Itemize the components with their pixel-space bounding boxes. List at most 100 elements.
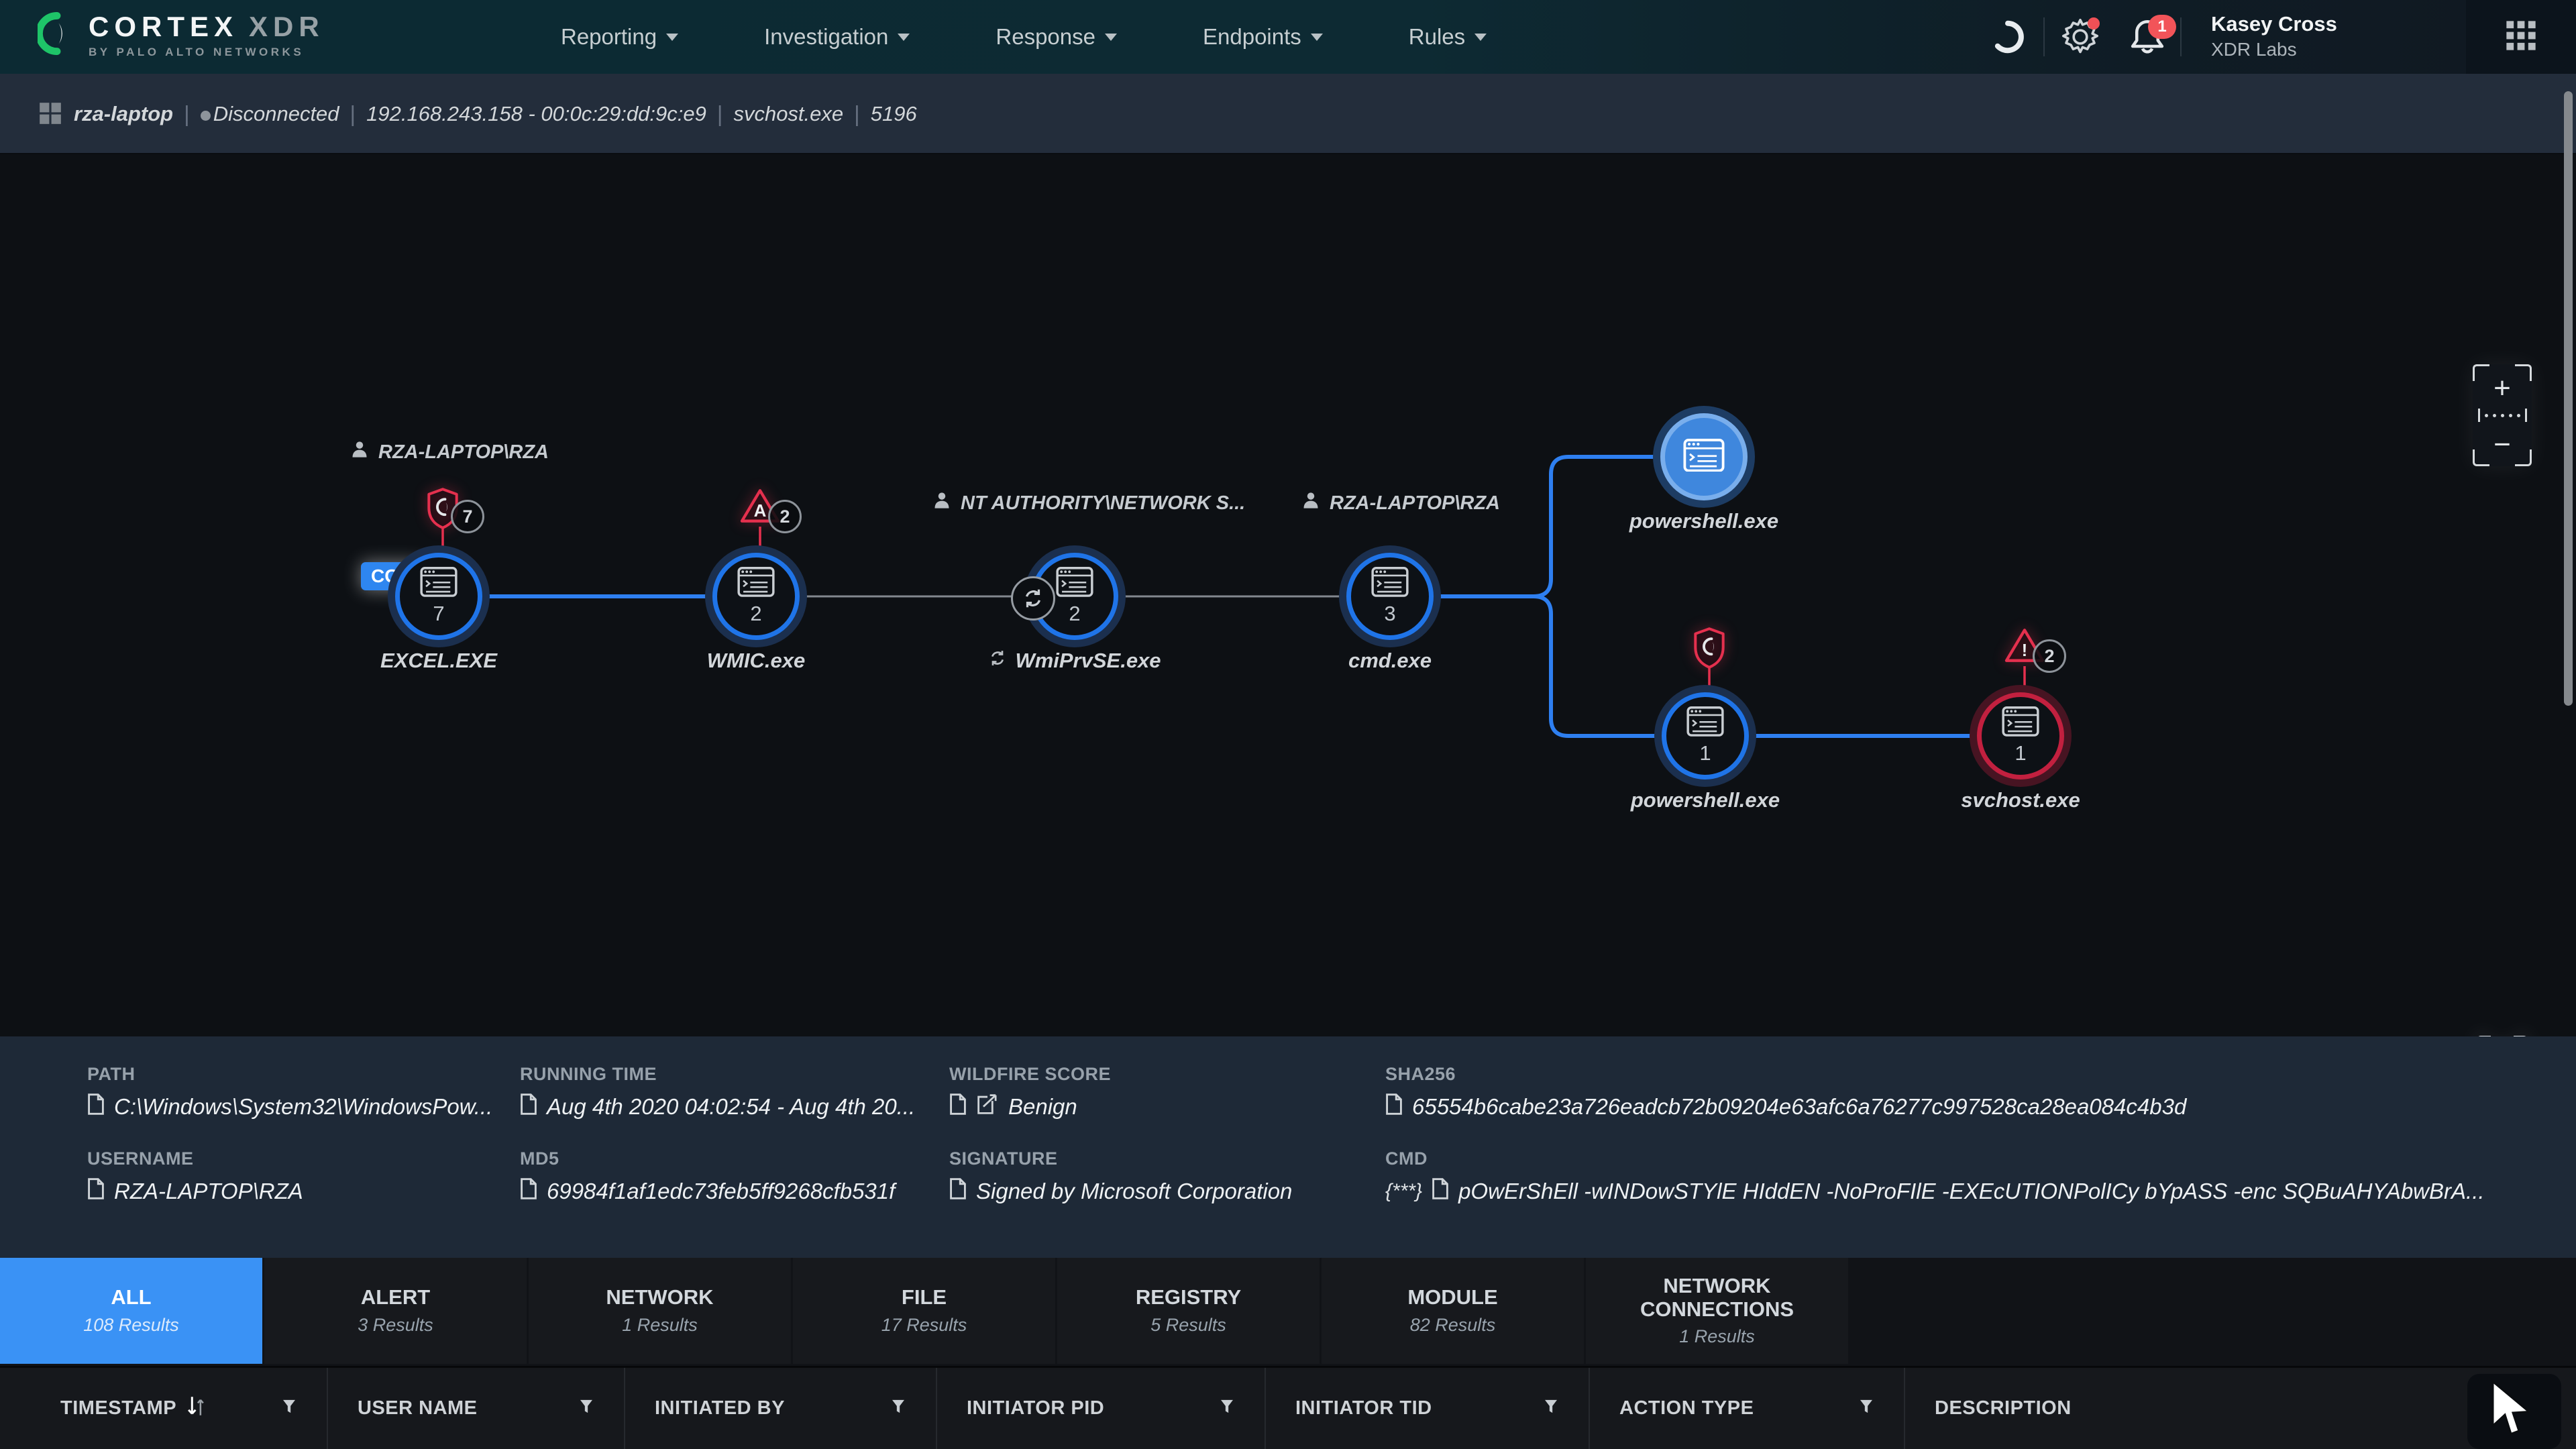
document-icon[interactable] [1432,1177,1449,1205]
process-graph-canvas[interactable]: RZA-LAPTOP\RZACGO77EXCEL.EXEA22WMIC.exeN… [0,154,2576,1036]
user-menu[interactable]: Kasey Cross XDR Labs [2211,12,2337,60]
tab-title: MODULE [1407,1286,1497,1309]
tab-results-count: 17 Results [881,1315,967,1336]
menu-item-investigation[interactable]: Investigation [764,24,910,50]
column-label: ACTION TYPE [1619,1397,1754,1419]
detail-value: 65554b6cabe23a726eadcb72b09204e63afc6a76… [1385,1093,2186,1121]
sync-badge[interactable] [1011,576,1055,621]
tab-module[interactable]: MODULE82 Results [1322,1258,1584,1364]
tab-results-count: 1 Results [1679,1326,1755,1347]
document-icon[interactable] [520,1093,537,1121]
column-header-timestamp[interactable]: TIMESTAMP [0,1368,327,1449]
brand-logo[interactable]: CORTEX XDR BY PALO ALTO NETWORKS [38,11,325,59]
chevron-down-icon [898,34,910,41]
help-icon[interactable] [1978,0,2038,74]
tab-results-count: 108 Results [83,1315,179,1336]
menu-label: Response [996,24,1095,50]
funnel-icon[interactable] [1543,1398,1559,1414]
funnel-icon[interactable] [281,1398,297,1414]
menu-label: Rules [1409,24,1465,50]
settings-gear-icon[interactable] [2050,0,2110,74]
column-filter-icon[interactable] [1219,1397,1235,1419]
process-node-ps-top[interactable] [1660,413,1748,500]
column-header-initiator-tid[interactable]: INITIATOR TID [1265,1368,1589,1449]
column-filter-icon[interactable] [1858,1397,1874,1419]
detail-label: SIGNATURE [949,1148,1292,1169]
brand-name: CORTEX [89,11,238,43]
alert-count-badge[interactable]: 2 [768,500,802,533]
funnel-icon[interactable] [1219,1398,1235,1414]
detail-value: Aug 4th 2020 04:02:54 - Aug 4th 20... [520,1093,915,1121]
process-node-label: EXCEL.EXE [298,649,580,673]
column-filter-icon[interactable] [890,1397,906,1419]
zoom-in-button[interactable]: + [2473,374,2532,403]
detail-value: C:\Windows\System32\WindowsPow... [87,1093,492,1121]
column-header-action-type[interactable]: ACTION TYPE [1589,1368,1904,1449]
process-window-icon [420,567,458,600]
document-icon[interactable] [520,1177,537,1205]
wildfire-report-icon[interactable] [976,1093,999,1121]
detail-field-signature: SIGNATURESigned by Microsoft Corporation [949,1148,1292,1205]
tab-network-connections[interactable]: NETWORK CONNECTIONS1 Results [1586,1258,1848,1364]
column-filter-icon[interactable] [281,1397,297,1419]
chevron-down-icon [1311,34,1323,41]
column-header-initiated-by[interactable]: INITIATED BY [624,1368,936,1449]
tab-all[interactable]: ALL108 Results [0,1258,262,1364]
process-node-cmd[interactable]: 3 [1346,553,1434,640]
tab-results-count: 3 Results [358,1315,433,1336]
menu-label: Endpoints [1203,24,1301,50]
process-event-count: 3 [1384,602,1395,626]
column-filter-icon[interactable] [1543,1397,1559,1419]
menu-item-response[interactable]: Response [996,24,1117,50]
user-label-text: RZA-LAPTOP\RZA [378,441,549,464]
process-name-text: EXCEL.EXE [380,649,497,673]
process-node-svchost[interactable]: 1 [1977,692,2064,780]
tab-file[interactable]: FILE17 Results [793,1258,1055,1364]
notifications-count-badge: 1 [2148,15,2176,39]
vertical-scrollbar[interactable] [2564,91,2573,706]
menu-item-rules[interactable]: Rules [1409,24,1487,50]
process-node-label: svchost.exe [1880,788,2161,812]
alert-count-badge[interactable]: 2 [2033,639,2066,673]
person-icon [932,491,951,515]
document-icon[interactable] [1385,1093,1403,1121]
detail-field-username: USERNAMERZA-LAPTOP\RZA [87,1148,303,1205]
document-icon[interactable] [949,1093,967,1121]
menu-item-reporting[interactable]: Reporting [561,24,678,50]
document-icon[interactable] [87,1093,105,1121]
funnel-icon[interactable] [1858,1398,1874,1414]
document-icon[interactable] [87,1177,105,1205]
zoom-slider[interactable] [2473,409,2532,422]
column-filter-icon[interactable] [578,1397,594,1419]
column-label: INITIATOR PID [967,1397,1104,1419]
process-node-excel[interactable]: 7 [395,553,482,640]
apps-grid-button[interactable] [2466,0,2576,74]
process-node-ps-bottom[interactable]: 1 [1662,692,1749,780]
menu-item-endpoints[interactable]: Endpoints [1203,24,1323,50]
sync-icon [988,649,1007,673]
document-icon[interactable] [949,1177,967,1205]
process-window-icon [2002,706,2039,740]
funnel-icon[interactable] [890,1398,906,1414]
alert-shield-badge[interactable] [1692,627,1727,672]
tab-network[interactable]: NETWORK1 Results [529,1258,791,1364]
tab-alert[interactable]: ALERT3 Results [264,1258,527,1364]
menu-label: Reporting [561,24,657,50]
process-node-wmic[interactable]: 2 [712,553,800,640]
tab-registry[interactable]: REGISTRY5 Results [1057,1258,1320,1364]
detail-field-path: PATHC:\Windows\System32\WindowsPow... [87,1064,492,1121]
alert-count-badge[interactable]: 7 [451,500,484,533]
zoom-out-button[interactable]: − [2473,430,2532,460]
column-label: INITIATED BY [655,1397,785,1419]
brand-tagline: BY PALO ALTO NETWORKS [89,46,325,59]
notifications-bell-icon[interactable]: 1 [2117,0,2178,74]
process-event-count: 2 [1069,602,1080,626]
host-summary: rza-laptop|Disconnected|192.168.243.158 … [74,74,917,154]
column-header-user-name[interactable]: USER NAME [327,1368,624,1449]
column-header-initiator-pid[interactable]: INITIATOR PID [936,1368,1265,1449]
person-icon [1301,491,1320,515]
funnel-icon[interactable] [578,1398,594,1414]
sort-icon[interactable] [186,1395,206,1417]
process-window-icon [737,567,775,600]
causality-header: rza-laptop|Disconnected|192.168.243.158 … [0,74,2576,154]
